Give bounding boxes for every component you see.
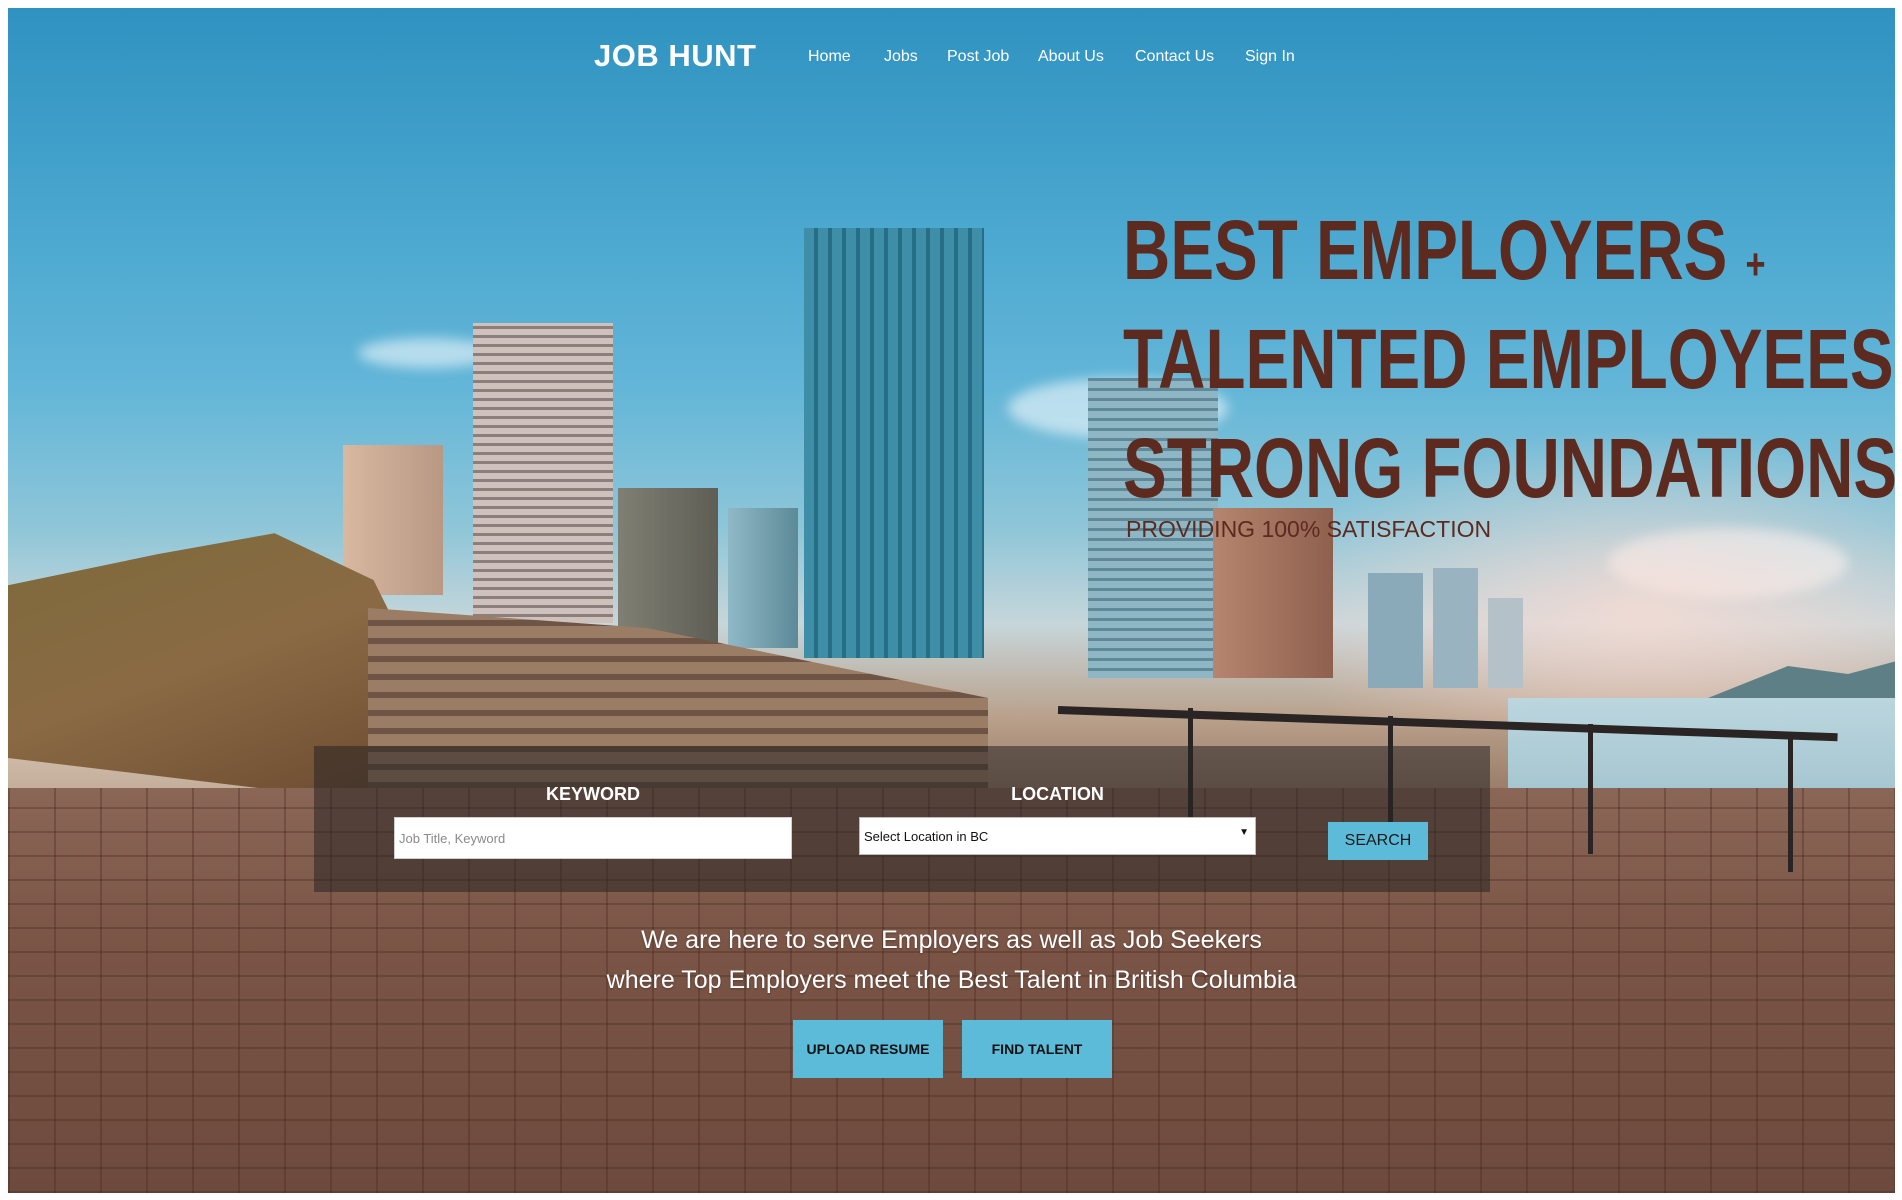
hero-background: JOB HUNT Home Jobs Post Job About Us Con… [8, 8, 1895, 1193]
headline-line-3: STRONG FOUNDATIONS [1123, 421, 1895, 515]
headline-line-2: TALENTED EMPLOYEES = [1123, 312, 1894, 421]
nav-item-jobs[interactable]: Jobs [884, 48, 918, 66]
building [804, 228, 984, 658]
find-talent-button[interactable]: FIND TALENT [962, 1020, 1112, 1078]
railing-post [1588, 724, 1593, 854]
nav-item-home[interactable]: Home [808, 48, 851, 66]
caret-down-icon: ▼ [1239, 827, 1249, 838]
hero-tagline: PROVIDING 100% SATISFACTION [1126, 516, 1492, 542]
nav-item-post-job[interactable]: Post Job [947, 48, 1009, 66]
headline-text: STRONG FOUNDATIONS [1123, 421, 1895, 515]
building [343, 445, 443, 595]
search-button[interactable]: SEARCH [1328, 822, 1428, 860]
keyword-input[interactable] [394, 817, 792, 859]
upload-resume-button[interactable]: UPLOAD RESUME [793, 1020, 943, 1078]
keyword-label: KEYWORD [546, 784, 640, 804]
nav-item-contact-us[interactable]: Contact Us [1135, 48, 1214, 66]
building [618, 488, 718, 648]
hero-headline: BEST EMPLOYERS + TALENTED EMPLOYEES = ST… [1123, 203, 1895, 515]
intro-line-1: We are here to serve Employers as well a… [641, 926, 1262, 954]
building [1488, 598, 1523, 688]
intro-text: We are here to serve Employers as well a… [8, 920, 1895, 1000]
search-panel: KEYWORD LOCATION Select Location in BC ▼… [314, 746, 1490, 892]
building [473, 323, 613, 623]
location-select[interactable]: Select Location in BC ▼ [859, 817, 1256, 855]
building [1368, 573, 1423, 688]
headline-line-1: BEST EMPLOYERS + [1123, 203, 1766, 312]
nav-item-sign-in[interactable]: Sign In [1245, 48, 1295, 66]
intro-line-2: where Top Employers meet the Best Talent… [606, 966, 1297, 994]
building [1433, 568, 1478, 688]
navbar: JOB HUNT Home Jobs Post Job About Us Con… [8, 32, 1895, 82]
building [728, 508, 798, 648]
railing-post [1788, 732, 1793, 872]
headline-text: TALENTED EMPLOYEES [1123, 312, 1894, 406]
headline-plus-sign: + [1745, 240, 1766, 289]
brand-logo[interactable]: JOB HUNT [594, 38, 756, 74]
location-selected-value: Select Location in BC [864, 829, 989, 844]
location-label: LOCATION [1011, 784, 1104, 804]
nav-item-about-us[interactable]: About Us [1038, 48, 1104, 66]
headline-text: BEST EMPLOYERS [1123, 203, 1728, 297]
